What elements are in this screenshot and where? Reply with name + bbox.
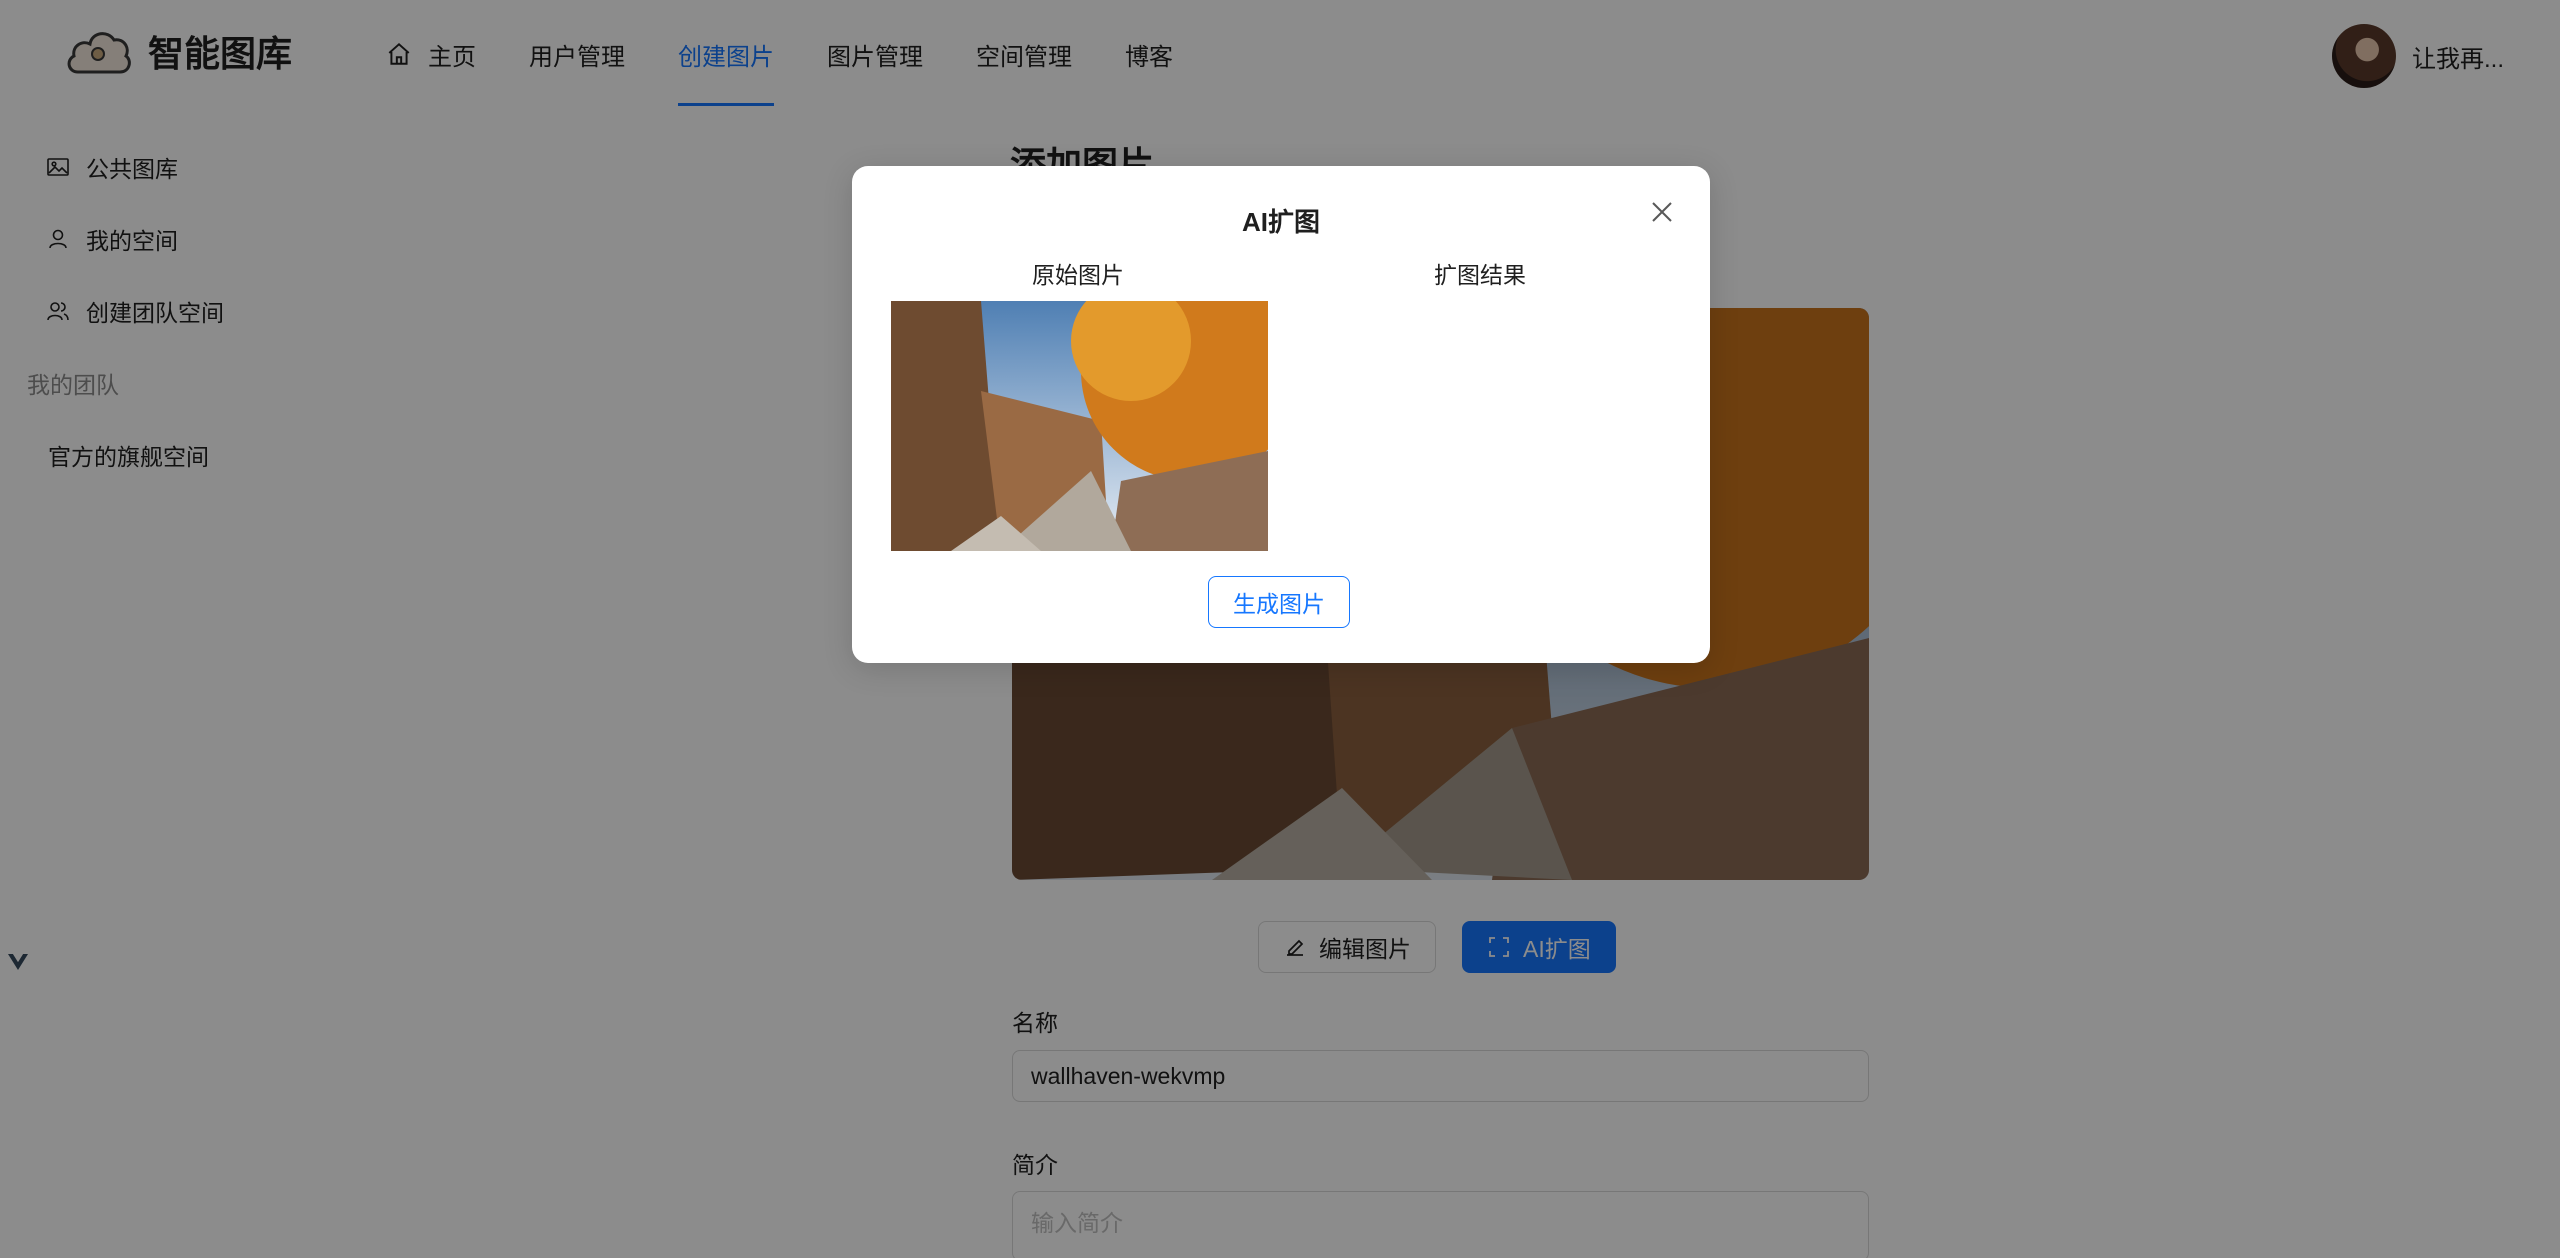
expand-result-label: 扩图结果 — [1434, 262, 1526, 288]
modal-title: AI扩图 — [1241, 207, 1320, 237]
original-picture-label: 原始图片 — [1032, 262, 1124, 288]
original-picture-image — [891, 301, 1268, 551]
ai-expand-modal: AI扩图 原始图片 扩图结果 生成图片 — [852, 166, 1710, 663]
generate-picture-button[interactable]: 生成图片 — [1208, 576, 1350, 628]
original-picture — [891, 301, 1268, 551]
close-icon[interactable] — [1646, 196, 1678, 228]
